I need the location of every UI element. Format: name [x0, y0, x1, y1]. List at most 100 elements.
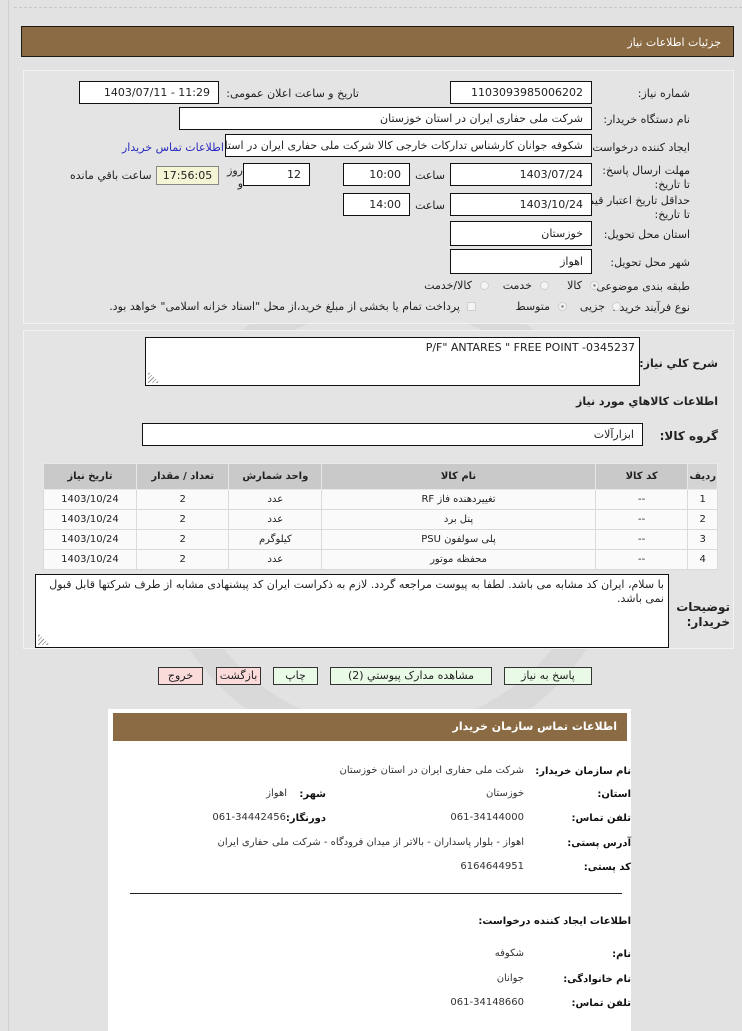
goods-table-header: ردیف کد کالا نام کالا واحد شمارش تعداد /…: [43, 463, 718, 490]
creator-phone-value: 061-34148660: [450, 997, 524, 1008]
creator-field[interactable]: شکوفه جوانان کارشناس تدارکات خارجی کالا …: [225, 134, 592, 157]
buyer-org-label: نام دستگاه خریدار:: [603, 113, 690, 126]
table-row[interactable]: 2 -- پنل برد عدد 2 1403/10/24: [43, 509, 718, 530]
exit-button[interactable]: خروج: [158, 667, 203, 685]
price-validity-date-field[interactable]: 1403/10/24: [450, 193, 592, 216]
cell-name: محفظه موتور: [321, 549, 596, 570]
goods-info-heading: اطلاعات کالاهاي مورد نیاز: [576, 395, 718, 408]
remaining-time-label: ساعت باقي مانده: [70, 169, 152, 182]
cell-row: 4: [687, 549, 718, 570]
purchase-option-minor: جزیی: [579, 300, 605, 313]
contact-card-title: اطلاعات تماس سازمان خریدار: [113, 713, 627, 741]
description-textarea[interactable]: P/F" ANTARES " FREE POINT -0345237: [145, 337, 640, 386]
category-radio-goods[interactable]: [590, 281, 599, 290]
col-row: ردیف: [687, 463, 718, 490]
cell-date: 1403/10/24: [43, 549, 137, 570]
price-validity-time-label: ساعت: [415, 199, 445, 212]
top-divider: [14, 7, 742, 8]
province-label: استان محل تحویل:: [603, 228, 690, 241]
category-option-service: خدمت: [502, 279, 532, 292]
page-title: جزئیات اطلاعات نیاز: [21, 26, 734, 57]
deadline-label: مهلت ارسال پاسخ: تا تاریخ:: [602, 164, 690, 191]
buyer-notes-label: توضیحات خریدار:: [676, 600, 730, 629]
table-row[interactable]: 4 -- محفظه موتور عدد 2 1403/10/24: [43, 549, 718, 570]
page-left-border: [8, 0, 9, 1031]
cell-name: پنل برد: [321, 509, 596, 530]
table-row[interactable]: 3 -- پلی سولفون PSU کیلوگرم 2 1403/10/24: [43, 529, 718, 550]
category-radio-service[interactable]: [540, 281, 549, 290]
cell-qty: 2: [135, 529, 230, 550]
remaining-time-display: 17:56:05: [156, 166, 219, 185]
category-label: طبقه بندی موضوعی:: [592, 280, 690, 293]
address-label: آدرس پستی:: [567, 838, 631, 849]
phone-label: تلفن تماس:: [571, 813, 631, 824]
cell-code: --: [594, 509, 689, 530]
buyer-org-field[interactable]: شرکت ملی حفاری ایران در استان خوزستان: [179, 107, 592, 130]
cell-code: --: [594, 549, 689, 570]
description-text: P/F" ANTARES " FREE POINT -0345237: [425, 341, 635, 354]
deadline-date-field[interactable]: 1403/07/24: [450, 163, 592, 186]
cell-unit: عدد: [228, 549, 323, 570]
address-value: اهواز - بلوار پاسداران - بالاتر از میدان…: [217, 837, 524, 848]
phone-value: 061-34144000: [450, 812, 524, 823]
goods-group-label: گروه کالا:: [659, 429, 718, 443]
purchase-type-label: نوع فرآیند خرید :: [612, 301, 690, 314]
creator-label: ایجاد کننده درخواست:: [588, 141, 690, 154]
cell-unit: عدد: [228, 489, 323, 510]
goods-table: ردیف کد کالا نام کالا واحد شمارش تعداد /…: [43, 463, 718, 570]
city-label: شهر محل تحویل:: [610, 256, 690, 269]
resize-grip-icon[interactable]: [148, 371, 160, 383]
card-divider: [130, 893, 622, 894]
print-button[interactable]: چاپ: [273, 667, 318, 685]
price-validity-time-field[interactable]: 14:00: [343, 193, 410, 216]
col-name: نام کالا: [321, 463, 596, 490]
announce-datetime-field[interactable]: 1403/07/11 - 11:29: [79, 81, 219, 104]
buyer-contact-card: [108, 709, 631, 1031]
creator-name-label: نام:: [612, 949, 631, 960]
buyer-notes-text: با سلام، ایران کد مشابه می باشد. لطفا به…: [49, 578, 664, 605]
treasury-checkbox[interactable]: [467, 302, 476, 311]
deadline-time-field[interactable]: 10:00: [343, 163, 410, 186]
creator-phone-label: تلفن تماس:: [571, 998, 631, 1009]
fax-label: دورنگار:: [285, 813, 326, 824]
cell-name: تغییردهنده فاز RF: [321, 489, 596, 510]
org-name-value: شرکت ملی حفاری ایران در استان خوزستان: [339, 765, 524, 776]
buyer-contact-link[interactable]: اطلاعات تماس خریدار: [122, 141, 224, 154]
col-code: کد کالا: [594, 463, 689, 490]
purchase-radio-minor[interactable]: [612, 302, 621, 311]
postal-code-value: 6164644951: [460, 861, 524, 872]
purchase-radio-medium[interactable]: [558, 302, 567, 311]
province-value: خوزستان: [486, 788, 524, 799]
reply-button[interactable]: پاسخ به نیاز: [504, 667, 592, 685]
col-qty: تعداد / مقدار: [135, 463, 230, 490]
creator-name-value: شکوفه: [494, 948, 524, 959]
city-field[interactable]: اهواز: [450, 249, 592, 274]
need-number-label: شماره نیاز:: [637, 87, 690, 100]
need-number-field[interactable]: 1103093985006202: [450, 81, 592, 104]
cell-qty: 2: [135, 509, 230, 530]
col-date: تاریخ نیاز: [43, 463, 137, 490]
resize-grip-icon[interactable]: [38, 633, 50, 645]
cell-date: 1403/10/24: [43, 509, 137, 530]
cell-row: 3: [687, 529, 718, 550]
cell-date: 1403/10/24: [43, 489, 137, 510]
cell-row: 1: [687, 489, 718, 510]
cell-code: --: [594, 489, 689, 510]
table-row[interactable]: 1 -- تغییردهنده فاز RF عدد 2 1403/10/24: [43, 489, 718, 510]
cell-name: پلی سولفون PSU: [321, 529, 596, 550]
category-radio-goods-service[interactable]: [480, 281, 489, 290]
days-label: روز و: [227, 164, 243, 190]
postal-code-label: کد پستی:: [583, 862, 631, 873]
cell-unit: عدد: [228, 509, 323, 530]
view-attachments-button[interactable]: مشاهده مدارک پیوستي (2): [330, 667, 492, 685]
goods-group-field[interactable]: ابزارآلات: [142, 423, 643, 446]
province-label: استان:: [597, 789, 631, 800]
days-remaining-field[interactable]: 12: [243, 163, 310, 186]
back-button[interactable]: بازگشت: [216, 667, 261, 685]
deadline-time-label: ساعت: [415, 169, 445, 182]
cell-qty: 2: [135, 549, 230, 570]
org-name-label: نام سازمان خریدار:: [535, 766, 631, 777]
buyer-notes-textarea[interactable]: با سلام، ایران کد مشابه می باشد. لطفا به…: [35, 574, 669, 648]
province-field[interactable]: خوزستان: [450, 221, 592, 246]
cell-row: 2: [687, 509, 718, 530]
